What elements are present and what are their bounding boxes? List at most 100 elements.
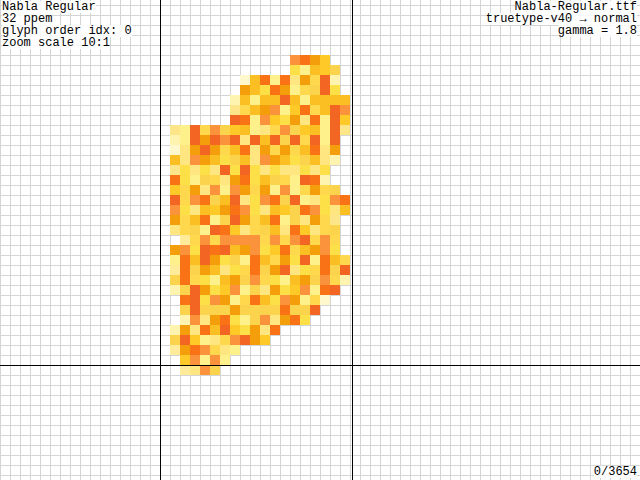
glyph-pixel (170, 325, 180, 335)
glyph-pixel (220, 325, 230, 335)
glyph-pixel (320, 295, 330, 305)
glyph-pixel (250, 315, 260, 325)
glyph-pixel (250, 115, 260, 125)
glyph-pixel (260, 145, 270, 155)
glyph-pixel (340, 275, 350, 285)
glyph-pixel (180, 145, 190, 155)
glyph-pixel (230, 275, 240, 285)
glyph-pixel (210, 255, 220, 265)
glyph-pixel (340, 205, 350, 215)
glyph-pixel (180, 265, 190, 275)
glyph-pixel (330, 195, 340, 205)
glyph-pixel (170, 185, 180, 195)
glyph-pixel (220, 175, 230, 185)
glyph-pixel (310, 135, 320, 145)
glyph-pixel (340, 195, 350, 205)
glyph-pixel (220, 155, 230, 165)
info-line: 32 ppem (2, 13, 52, 25)
glyph-pixel (180, 305, 190, 315)
glyph-pixel (330, 155, 340, 165)
glyph-pixel (260, 95, 270, 105)
glyph-pixel (250, 215, 260, 225)
glyph-pixel (270, 175, 280, 185)
glyph-pixel (250, 275, 260, 285)
glyph-pixel (230, 125, 240, 135)
glyph-pixel (320, 125, 330, 135)
glyph-pixel (300, 305, 310, 315)
glyph-pixel (240, 185, 250, 195)
glyph-pixel (290, 175, 300, 185)
glyph-pixel (320, 185, 330, 195)
glyph-pixel (330, 185, 340, 195)
glyph-viewer[interactable]: Nabla Regular32 ppemglyph order idx: 0zo… (0, 0, 640, 480)
glyph-pixel (240, 205, 250, 215)
glyph-pixel (210, 335, 220, 345)
glyph-pixel (310, 225, 320, 235)
glyph-pixel (180, 125, 190, 135)
glyph-pixel (310, 245, 320, 255)
glyph-pixel (200, 135, 210, 145)
glyph-pixel (250, 295, 260, 305)
glyph-pixel (190, 345, 200, 355)
glyph-pixel (320, 205, 330, 215)
glyph-pixel (310, 85, 320, 95)
glyph-pixel (310, 265, 320, 275)
glyph-pixel (300, 215, 310, 225)
glyph-pixel (280, 185, 290, 195)
glyph-pixel (290, 55, 300, 65)
glyph-pixel (200, 235, 210, 245)
glyph-pixel (210, 135, 220, 145)
glyph-pixel (210, 315, 220, 325)
glyph-pixel (230, 115, 240, 125)
glyph-pixel (220, 255, 230, 265)
glyph-pixel (330, 145, 340, 155)
glyph-pixel (240, 145, 250, 155)
glyph-pixel (270, 205, 280, 215)
glyph-pixel (190, 205, 200, 215)
glyph-pixel (250, 245, 260, 255)
glyph-pixel (330, 95, 340, 105)
glyph-pixel (300, 165, 310, 175)
glyph-pixel (180, 205, 190, 215)
glyph-pixel (240, 315, 250, 325)
glyph-pixel (310, 165, 320, 175)
glyph-pixel (260, 85, 270, 95)
advance-axis (352, 0, 353, 480)
glyph-pixel (230, 145, 240, 155)
glyph-pixel (200, 145, 210, 155)
glyph-pixel (340, 115, 350, 125)
glyph-pixel (260, 275, 270, 285)
glyph-pixel (250, 165, 260, 175)
glyph-pixel (270, 75, 280, 85)
glyph-pixel (280, 135, 290, 145)
glyph-pixel (200, 275, 210, 285)
glyph-pixel (200, 185, 210, 195)
origin-axis (160, 0, 161, 480)
glyph-pixel (250, 95, 260, 105)
glyph-pixel (300, 225, 310, 235)
glyph-pixel (260, 105, 270, 115)
glyph-pixel (310, 285, 320, 295)
glyph-pixel (220, 185, 230, 195)
glyph-pixel (230, 225, 240, 235)
glyph-pixel (250, 265, 260, 275)
glyph-pixel (230, 105, 240, 115)
glyph-pixel (240, 115, 250, 125)
glyph-pixel (210, 165, 220, 175)
glyph-pixel (270, 245, 280, 255)
glyph-pixel (300, 195, 310, 205)
glyph-pixel (280, 275, 290, 285)
glyph-pixel (200, 125, 210, 135)
glyph-pixel (280, 175, 290, 185)
glyph-pixel (240, 165, 250, 175)
info-line: zoom scale 10:1 (2, 37, 110, 49)
glyph-pixel (270, 185, 280, 195)
glyph-pixel (230, 205, 240, 215)
glyph-pixel (200, 175, 210, 185)
glyph-pixel (220, 345, 230, 355)
glyph-pixel (250, 155, 260, 165)
glyph-pixel (170, 275, 180, 285)
glyph-pixel (240, 155, 250, 165)
glyph-pixel (260, 125, 270, 135)
glyph-pixel (210, 345, 220, 355)
